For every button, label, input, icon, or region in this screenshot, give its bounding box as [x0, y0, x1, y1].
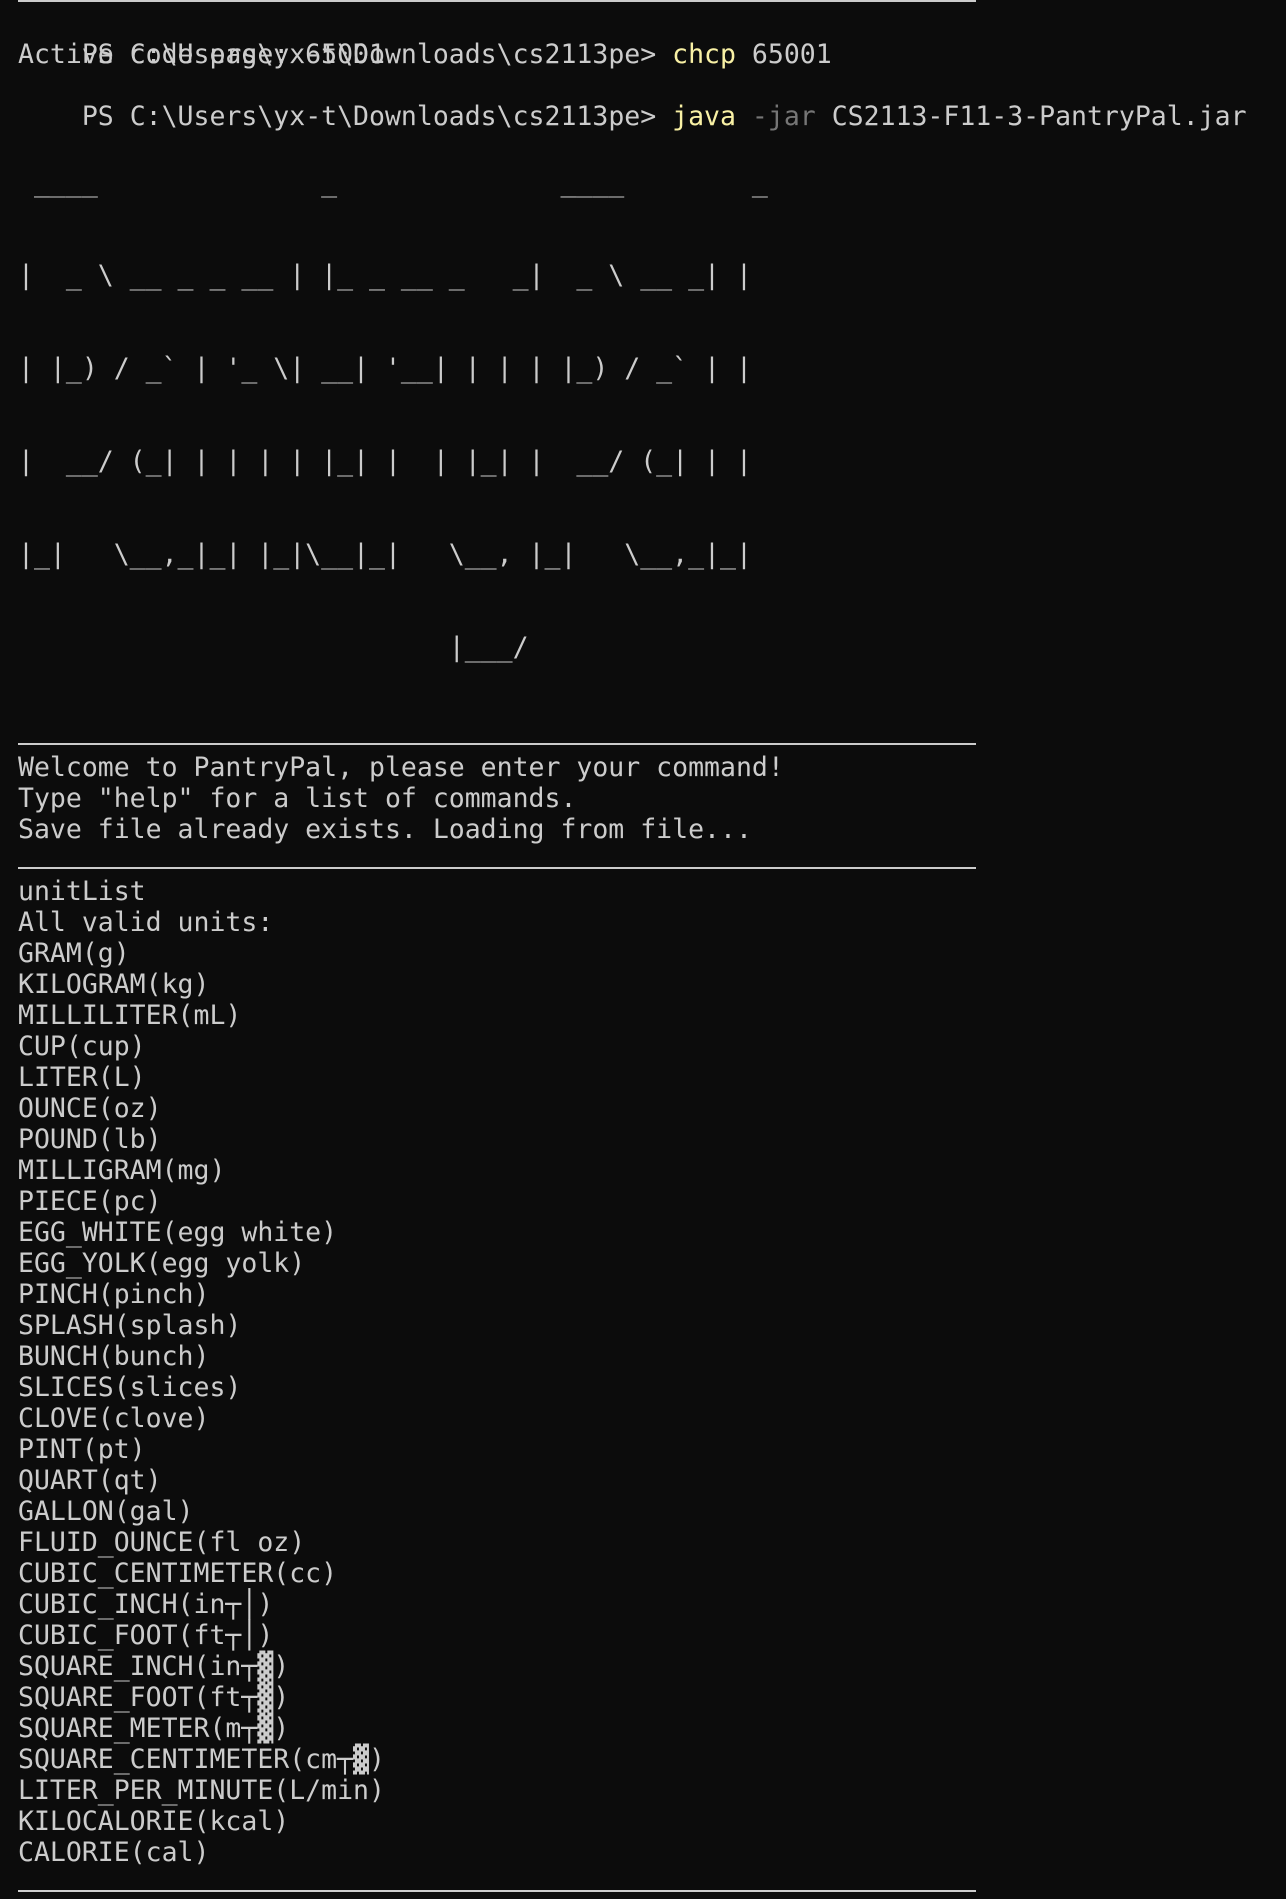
unit-list-item: PIECE(pc) [18, 1186, 162, 1217]
command-args: 65001 [735, 39, 832, 70]
ascii-logo-line: | _ \ __ _ _ __ | |_ _ __ _ _| _ \ __ _|… [18, 260, 752, 291]
unit-list: GRAM(g) KILOGRAM(kg) MILLILITER(mL) CUP(cup… [18, 938, 1286, 1868]
unit-list-item: CUP(cup) [18, 1031, 146, 1062]
unit-list-item: SLICES(slices) [18, 1372, 242, 1403]
unit-list-item: PINCH(pinch) [18, 1279, 210, 1310]
command-echo: unitList [18, 876, 146, 907]
ascii-logo-line: | __/ (_| | | | | |_| | | |_| | __/ (_| … [18, 446, 752, 477]
unit-list-item: LITER(L) [18, 1062, 146, 1093]
unit-list-item: SPLASH(splash) [18, 1310, 242, 1341]
prompt-text: PS C:\Users\yx-t\Downloads\cs2113pe> [81, 101, 673, 132]
unit-list-item: GRAM(g) [18, 938, 130, 969]
unit-list-item: OUNCE(oz) [18, 1093, 162, 1124]
separator-bottom [18, 1868, 1286, 1899]
command-name: chcp [672, 39, 736, 70]
unit-list-item: PINT(pt) [18, 1434, 146, 1465]
unit-list-item: BUNCH(bunch) [18, 1341, 210, 1372]
unit-list-item: FLUID_OUNCE(fl oz) [18, 1527, 306, 1558]
unit-list-item: LITER_PER_MINUTE(L/min) [18, 1775, 385, 1806]
unit-list-item: MILLIGRAM(mg) [18, 1155, 226, 1186]
unit-list-item: GALLON(gal) [18, 1496, 194, 1527]
units-header: All valid units: [18, 907, 274, 938]
unit-list-item: CALORIE(cal) [18, 1837, 210, 1868]
unit-list-item: CUBIC_FOOT(ft┬│) [18, 1620, 274, 1651]
ascii-logo-line: | |_) / _` | '_ \| __| '__| | | | |_) / … [18, 353, 752, 384]
unit-list-item: SQUARE_FOOT(ft┬▓) [18, 1682, 290, 1713]
terminal-window[interactable]: PS C:\Users\yx-t\Downloads\cs2113pe> chc… [18, 0, 1286, 1899]
unit-list-item: MILLILITER(mL) [18, 1000, 242, 1031]
unit-list-item: SQUARE_METER(m┬▓) [18, 1713, 290, 1744]
unit-list-item: SQUARE_CENTIMETER(cm┬▓) [18, 1744, 385, 1775]
separator [18, 721, 1286, 752]
unit-list-item: KILOGRAM(kg) [18, 969, 210, 1000]
separator-top [18, 0, 1286, 39]
load-status: Save file already exists. Loading from f… [18, 814, 752, 845]
unit-list-item: EGG_WHITE(egg white) [18, 1217, 338, 1248]
command-name: java [672, 101, 736, 132]
unit-list-item: SQUARE_INCH(in┬▓) [18, 1651, 290, 1682]
prompt-line-java: PS C:\Users\yx-t\Downloads\cs2113pe> jav… [18, 70, 1286, 132]
unit-list-item: CUBIC_CENTIMETER(cc) [18, 1558, 338, 1589]
unit-list-item: EGG_YOLK(egg yolk) [18, 1248, 306, 1279]
pantrypal-ascii-logo: ____ _ ____ _ | _ \ __ _ _ __ | |_ _ __ … [18, 105, 1286, 725]
unit-list-item: CUBIC_INCH(in┬│) [18, 1589, 274, 1620]
command-flag: -jar [735, 101, 816, 132]
welcome-message: Welcome to PantryPal, please enter your … [18, 752, 784, 783]
command-args: CS2113-F11-3-PantryPal.jar [815, 101, 1247, 132]
ascii-logo-line: |_| \__,_|_| |_|\__|_| \__, |_| \__,_|_| [18, 539, 752, 570]
ascii-logo-line: ____ _ ____ _ [18, 167, 784, 198]
unit-list-item: QUART(qt) [18, 1465, 162, 1496]
unit-list-item: CLOVE(clove) [18, 1403, 210, 1434]
unit-list-item: POUND(lb) [18, 1124, 162, 1155]
help-hint: Type "help" for a list of commands. [18, 783, 577, 814]
ascii-logo-line: |___/ [18, 632, 752, 663]
separator [18, 845, 1286, 876]
unit-list-item: KILOCALORIE(kcal) [18, 1806, 290, 1837]
